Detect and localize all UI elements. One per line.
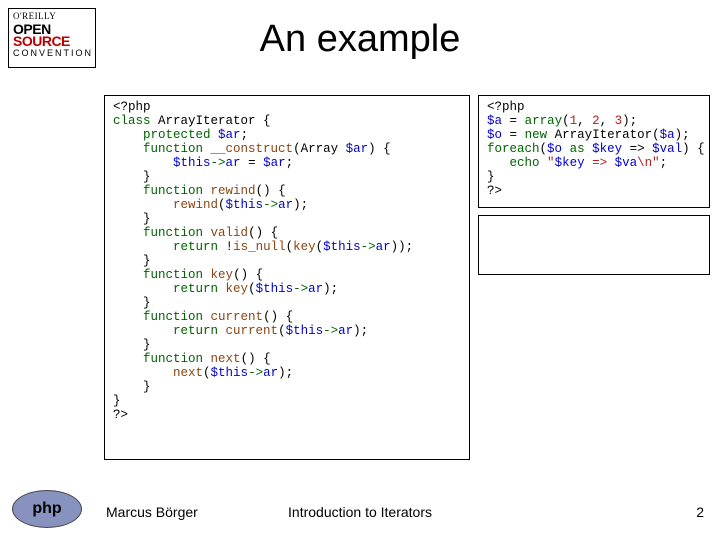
footer-page: 2	[696, 504, 704, 520]
code-box-left: <?php class ArrayIterator { protected $a…	[104, 95, 470, 460]
code-box-right-top: <?php $a = array(1, 2, 3); $o = new Arra…	[478, 95, 710, 208]
slide-title: An example	[0, 18, 720, 61]
code-box-right-bottom	[478, 215, 710, 275]
slide: O'REILLY OPEN SOURCE CONVENTION An examp…	[0, 0, 720, 540]
footer-title: Introduction to Iterators	[0, 504, 720, 520]
footer: php Marcus Börger Introduction to Iterat…	[0, 488, 720, 528]
